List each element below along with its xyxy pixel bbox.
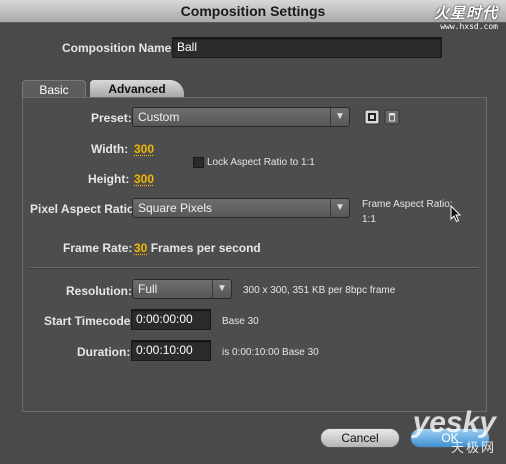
watermark-bottom: yesky 天极网 <box>412 406 496 456</box>
resolution-info: 300 x 300, 351 KB per 8bpc frame <box>243 285 396 296</box>
resolution-value: Full <box>138 282 158 296</box>
frame-aspect-value: 1:1 <box>362 214 376 225</box>
chevron-down-icon: ▼ <box>330 199 349 217</box>
start-timecode-base: Base 30 <box>222 316 259 327</box>
watermark-top: 火星时代 www.hxsd.com <box>434 2 498 31</box>
chevron-down-icon: ▼ <box>330 108 349 126</box>
section-divider <box>30 267 478 269</box>
lock-aspect-label: Lock Aspect Ratio to 1:1 <box>207 157 315 168</box>
frame-rate-group: 30 Frames per second <box>134 241 261 255</box>
height-label: Height: <box>88 172 130 186</box>
chevron-down-icon: ▼ <box>212 280 231 298</box>
height-value[interactable]: 300 <box>134 172 154 186</box>
preset-value: Custom <box>138 110 180 124</box>
width-value[interactable]: 300 <box>134 142 154 156</box>
cancel-button[interactable]: Cancel <box>320 428 400 448</box>
frame-aspect-label: Frame Aspect Ratio: <box>362 199 453 210</box>
start-timecode-label: Start Timecode: <box>44 314 135 328</box>
window-title: Composition Settings <box>180 3 326 19</box>
pixel-aspect-dropdown[interactable]: Square Pixels ▼ <box>132 198 350 218</box>
duration-label: Duration: <box>77 345 131 359</box>
frame-rate-value[interactable]: 30 <box>134 241 147 255</box>
preset-dropdown[interactable]: Custom ▼ <box>132 107 350 127</box>
watermark-cn: 天极网 <box>450 440 496 455</box>
preset-label: Preset: <box>91 111 132 125</box>
frame-rate-label: Frame Rate: <box>63 241 133 255</box>
resolution-dropdown[interactable]: Full ▼ <box>132 279 232 299</box>
tab-advanced[interactable]: Advanced <box>90 80 184 98</box>
window-titlebar: Composition Settings <box>0 0 506 23</box>
duration-input[interactable]: 0:00:10:00 <box>131 340 211 361</box>
start-timecode-input[interactable]: 0:00:00:00 <box>131 309 211 330</box>
composition-name-input[interactable]: Ball <box>172 37 442 58</box>
mouse-cursor-icon <box>450 204 462 223</box>
frame-rate-unit: Frames per second <box>150 241 261 255</box>
lock-aspect-checkbox[interactable] <box>193 157 204 168</box>
composition-name-label: Composition Name: <box>62 41 176 55</box>
trash-icon[interactable] <box>384 109 400 125</box>
tab-basic[interactable]: Basic <box>22 80 86 98</box>
pixel-aspect-value: Square Pixels <box>138 201 213 215</box>
save-preset-icon[interactable] <box>364 109 380 125</box>
watermark-logo: yesky <box>412 406 496 439</box>
duration-info: is 0:00:10:00 Base 30 <box>222 347 319 358</box>
watermark-brand: 火星时代 <box>433 5 498 22</box>
watermark-site: www.hxsd.com <box>440 22 498 31</box>
resolution-label: Resolution: <box>66 284 132 298</box>
width-label: Width: <box>91 142 129 156</box>
pixel-aspect-label: Pixel Aspect Ratio: <box>30 202 139 216</box>
